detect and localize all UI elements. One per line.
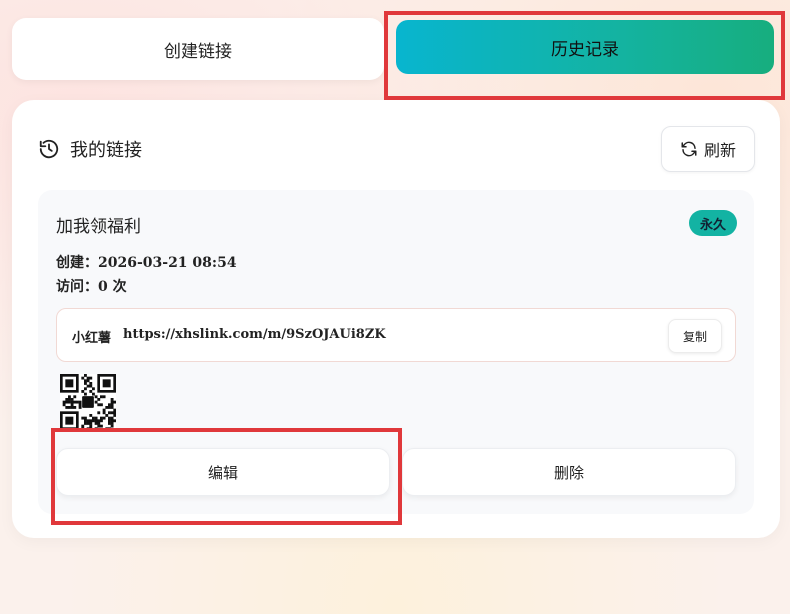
card-header: 我的链接 bbox=[38, 136, 142, 162]
refresh-label: 刷新 bbox=[703, 141, 736, 160]
card-title: 我的链接 bbox=[70, 140, 142, 161]
tab-history[interactable]: 历史记录 bbox=[396, 20, 774, 74]
refresh-button[interactable]: 刷新 bbox=[661, 126, 755, 172]
tab-create-link-label: 创建链接 bbox=[164, 41, 232, 62]
edit-button[interactable]: 编辑 bbox=[56, 448, 390, 496]
short-url[interactable]: https://xhslink.com/m/9SzOJAUi8ZK bbox=[123, 327, 386, 342]
platform-label: 小红薯 bbox=[72, 331, 112, 346]
tab-create-link[interactable]: 创建链接 bbox=[12, 18, 384, 80]
created-time: 创建：2026-03-21 08:54 bbox=[56, 255, 237, 271]
action-row: 编辑 删除 bbox=[56, 448, 736, 498]
status-badge: 永久 bbox=[689, 210, 737, 236]
link-item: 加我领福利 永久 创建：2026-03-21 08:54 访问：0 次 小红薯 … bbox=[38, 190, 754, 514]
visit-count: 访问：0 次 bbox=[56, 279, 127, 295]
url-box: 小红薯 https://xhslink.com/m/9SzOJAUi8ZK 复制 bbox=[56, 308, 736, 362]
delete-button[interactable]: 删除 bbox=[402, 448, 736, 496]
link-name: 加我领福利 bbox=[56, 217, 141, 237]
history-icon bbox=[38, 138, 60, 160]
refresh-icon bbox=[680, 140, 698, 158]
tab-bar: 创建链接 历史记录 bbox=[12, 16, 776, 80]
copy-button[interactable]: 复制 bbox=[668, 319, 722, 353]
my-links-card: 我的链接 刷新 加我领福利 永久 创建：2026-03-21 08:54 访问：… bbox=[12, 100, 780, 538]
qr-code bbox=[60, 374, 116, 430]
tab-history-label: 历史记录 bbox=[551, 39, 619, 60]
